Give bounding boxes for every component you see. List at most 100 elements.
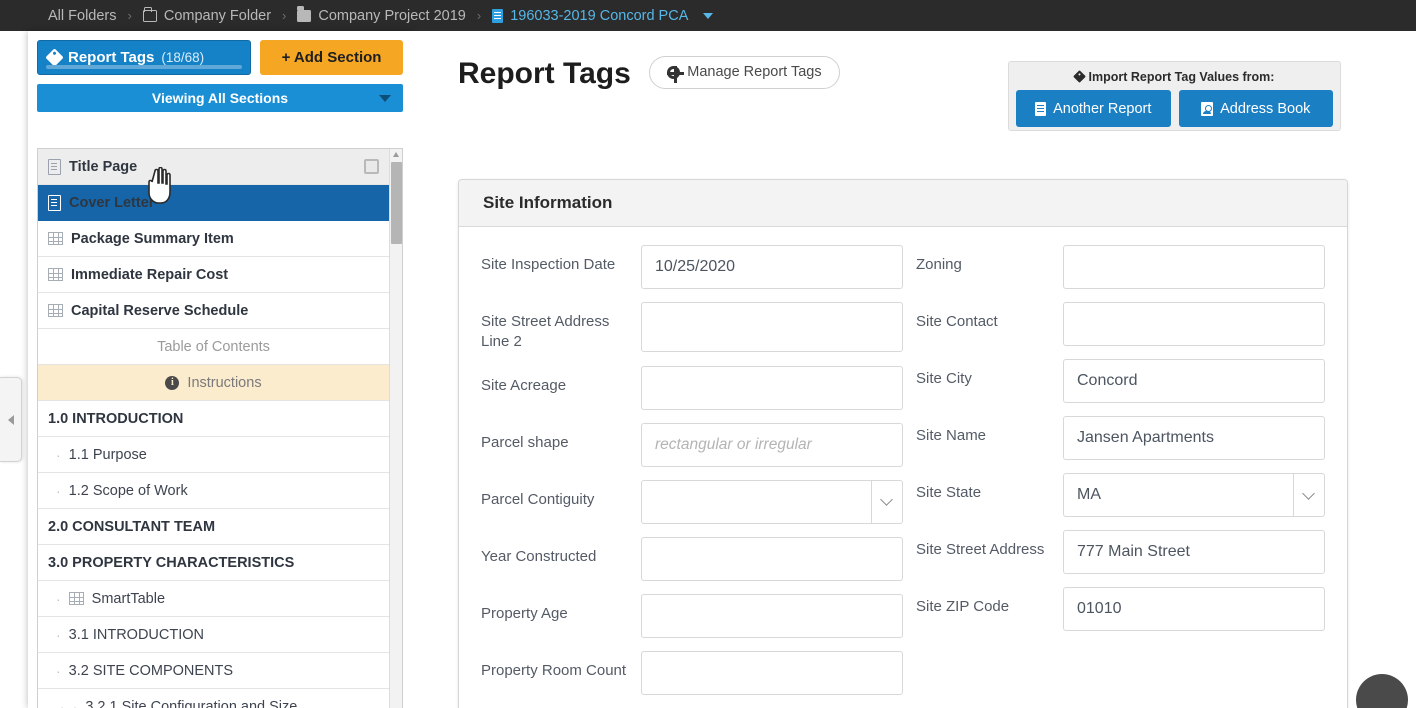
sidebar-item-3-2-site-components[interactable]: · 3.2 SITE COMPONENTS [38,653,389,689]
sidebar-item-3-2-1-site-configuration-and-size[interactable]: · · 3.2.1 Site Configuration and Size [38,689,389,708]
parcel-shape-input[interactable]: rectangular or irregular [641,422,903,467]
chevron-glyph [1302,486,1316,500]
section-checkbox[interactable] [364,159,379,174]
site-zip-code-input[interactable]: 01010 [1063,587,1325,631]
field-label: Property Room Count [481,661,627,679]
site-state-select[interactable]: MA [1063,473,1325,517]
app-root: All Folders › Company Folder › Company Proje… [0,0,1416,708]
chevron-down-icon[interactable] [870,479,903,524]
sidebar-item-label: SmartTable [91,590,166,607]
year-constructed-input[interactable] [641,536,903,581]
sidebar-item-table-of-contents[interactable]: Table of Contents [38,329,389,365]
sidebar-item-immediate-repair-cost[interactable]: Immediate Repair Cost [38,257,389,293]
bullet-icon: · [72,698,78,708]
sidebar-item-smarttable[interactable]: · SmartTable [38,581,389,617]
site-name-input[interactable]: Jansen Apartments [1063,416,1325,460]
breadcrumb-item[interactable]: Company Folder [142,6,272,24]
field-label: Parcel shape [481,433,569,451]
import-panel-title: Import Report Tag Values from: [1016,68,1333,85]
field-control: 01010 [1063,587,1325,631]
sidebar-item-3-1-introduction[interactable]: · 3.1 INTRODUCTION [38,617,389,653]
bullet-icon: · [56,446,61,463]
main-header: Report Tags Manage Report Tags Import Re… [412,31,1416,131]
sidebar-item-3-0-property-characteristics[interactable]: 3.0 PROPERTY CHARACTERISTICS [38,545,389,581]
site-acreage-input[interactable] [641,365,903,410]
bullet-icon: · [56,662,61,679]
add-section-button[interactable]: + Add Section [260,40,403,75]
chevron-down-icon[interactable] [703,12,714,19]
scroll-up-arrow-icon[interactable] [393,152,399,157]
field-control: 10/25/2020 [641,245,903,289]
sidebar-scrollbar[interactable] [389,149,402,708]
sidebar-item-package-summary-item[interactable]: Package Summary Item [38,221,389,257]
field-label: Site State [916,484,982,501]
sidebar-item-1-2-scope-of-work[interactable]: · 1.2 Scope of Work [38,473,389,509]
parcel-contiguity-select[interactable] [641,479,903,524]
scrollbar-thumb[interactable] [391,162,402,244]
breadcrumb-label: 196033-2019 Concord PCA [510,7,689,24]
property-age-input[interactable] [641,593,903,638]
breadcrumb-item[interactable]: All Folders [48,8,117,24]
report-tags-button[interactable]: Report Tags (18/68) [37,40,251,75]
breadcrumb-label: All Folders [48,7,117,24]
viewing-all-sections-dropdown[interactable]: Viewing All Sections [37,84,403,112]
file-icon [1035,101,1047,116]
left-field-column: Site Inspection Date 10/25/2020 Site Stree… [481,245,903,708]
sidebar-collapse-handle[interactable] [0,377,22,462]
sidebar-item-label: 1.0 INTRODUCTION [48,410,184,427]
help-bubble-button[interactable] [1356,674,1408,708]
sidebar-item-instructions[interactable]: i Instructions [38,365,389,401]
form-row: Property Room Count [481,650,903,695]
breadcrumb-label: Company Project 2019 [318,7,466,24]
field-control [1063,302,1325,346]
right-field-column: Zoning Site Contact Site City Concord Site N… [903,245,1325,708]
field-control: 777 Main Street [1063,530,1325,574]
form-row: Site State MA [903,473,1325,517]
site-city-input[interactable]: Concord [1063,359,1325,403]
zoning-input[interactable] [1063,245,1325,289]
sidebar-item-2-0-consultant-team[interactable]: 2.0 CONSULTANT TEAM [38,509,389,545]
breadcrumb-separator: › [282,8,287,23]
bullet-icon: · [60,698,65,708]
site-state-select-value[interactable]: MA [1063,473,1293,517]
form-row: Property Age [481,593,903,638]
parcel-contiguity-select-value[interactable] [641,479,871,524]
breadcrumb-label: Company Folder [163,7,272,24]
info-icon: i [165,375,180,390]
field-label: Site Inspection Date [481,256,616,273]
field-label: Zoning [916,256,962,273]
sidebar-item-1-0-introduction[interactable]: 1.0 INTRODUCTION [38,401,389,437]
site-information-panel: Site Information Site Inspection Date 10/… [458,179,1348,708]
breadcrumb-item[interactable]: 196033-2019 Concord PCA [492,7,714,24]
chevron-left-icon [7,414,14,425]
field-control [641,365,903,410]
breadcrumb-item[interactable]: Company Project 2019 [297,6,466,24]
grid-icon [68,592,84,605]
site-street-address-line-2-input[interactable] [641,302,903,352]
sidebar-item-title-page[interactable]: Title Page [38,149,389,185]
grid-icon [48,268,63,281]
site-contact-input[interactable] [1063,302,1325,346]
sidebar-item-capital-reserve-schedule[interactable]: Capital Reserve Schedule [38,293,389,329]
form-row: Site Name Jansen Apartments [903,416,1325,460]
form-row: Site Contact [903,302,1325,346]
manage-report-tags-button[interactable]: Manage Report Tags [649,55,840,89]
field-label: Site Street Address Line 2 [481,313,610,351]
mouse-cursor [148,167,171,204]
sidebar-item-cover-letter[interactable]: Cover Letter [38,185,389,221]
sidebar-item-label: Title Page [69,158,138,175]
site-inspection-date-input[interactable]: 10/25/2020 [641,245,903,289]
import-another-report-button[interactable]: Another Report [1016,90,1171,127]
bullet-icon: · [56,626,61,643]
chevron-down-icon[interactable] [1292,473,1325,517]
sidebar-item-label: 3.1 INTRODUCTION [68,626,205,643]
manage-report-tags-label: Manage Report Tags [687,64,822,80]
site-street-address-input[interactable]: 777 Main Street [1063,530,1325,574]
grid-icon [48,304,63,317]
form-row: Parcel shape rectangular or irregular [481,422,903,467]
tag-icon [45,48,64,67]
import-values-panel: Import Report Tag Values from: Another R… [1008,61,1341,131]
import-address-book-button[interactable]: Address Book [1178,90,1333,127]
property-room-count-input[interactable] [641,650,903,695]
sidebar-item-1-1-purpose[interactable]: · 1.1 Purpose [38,437,389,473]
